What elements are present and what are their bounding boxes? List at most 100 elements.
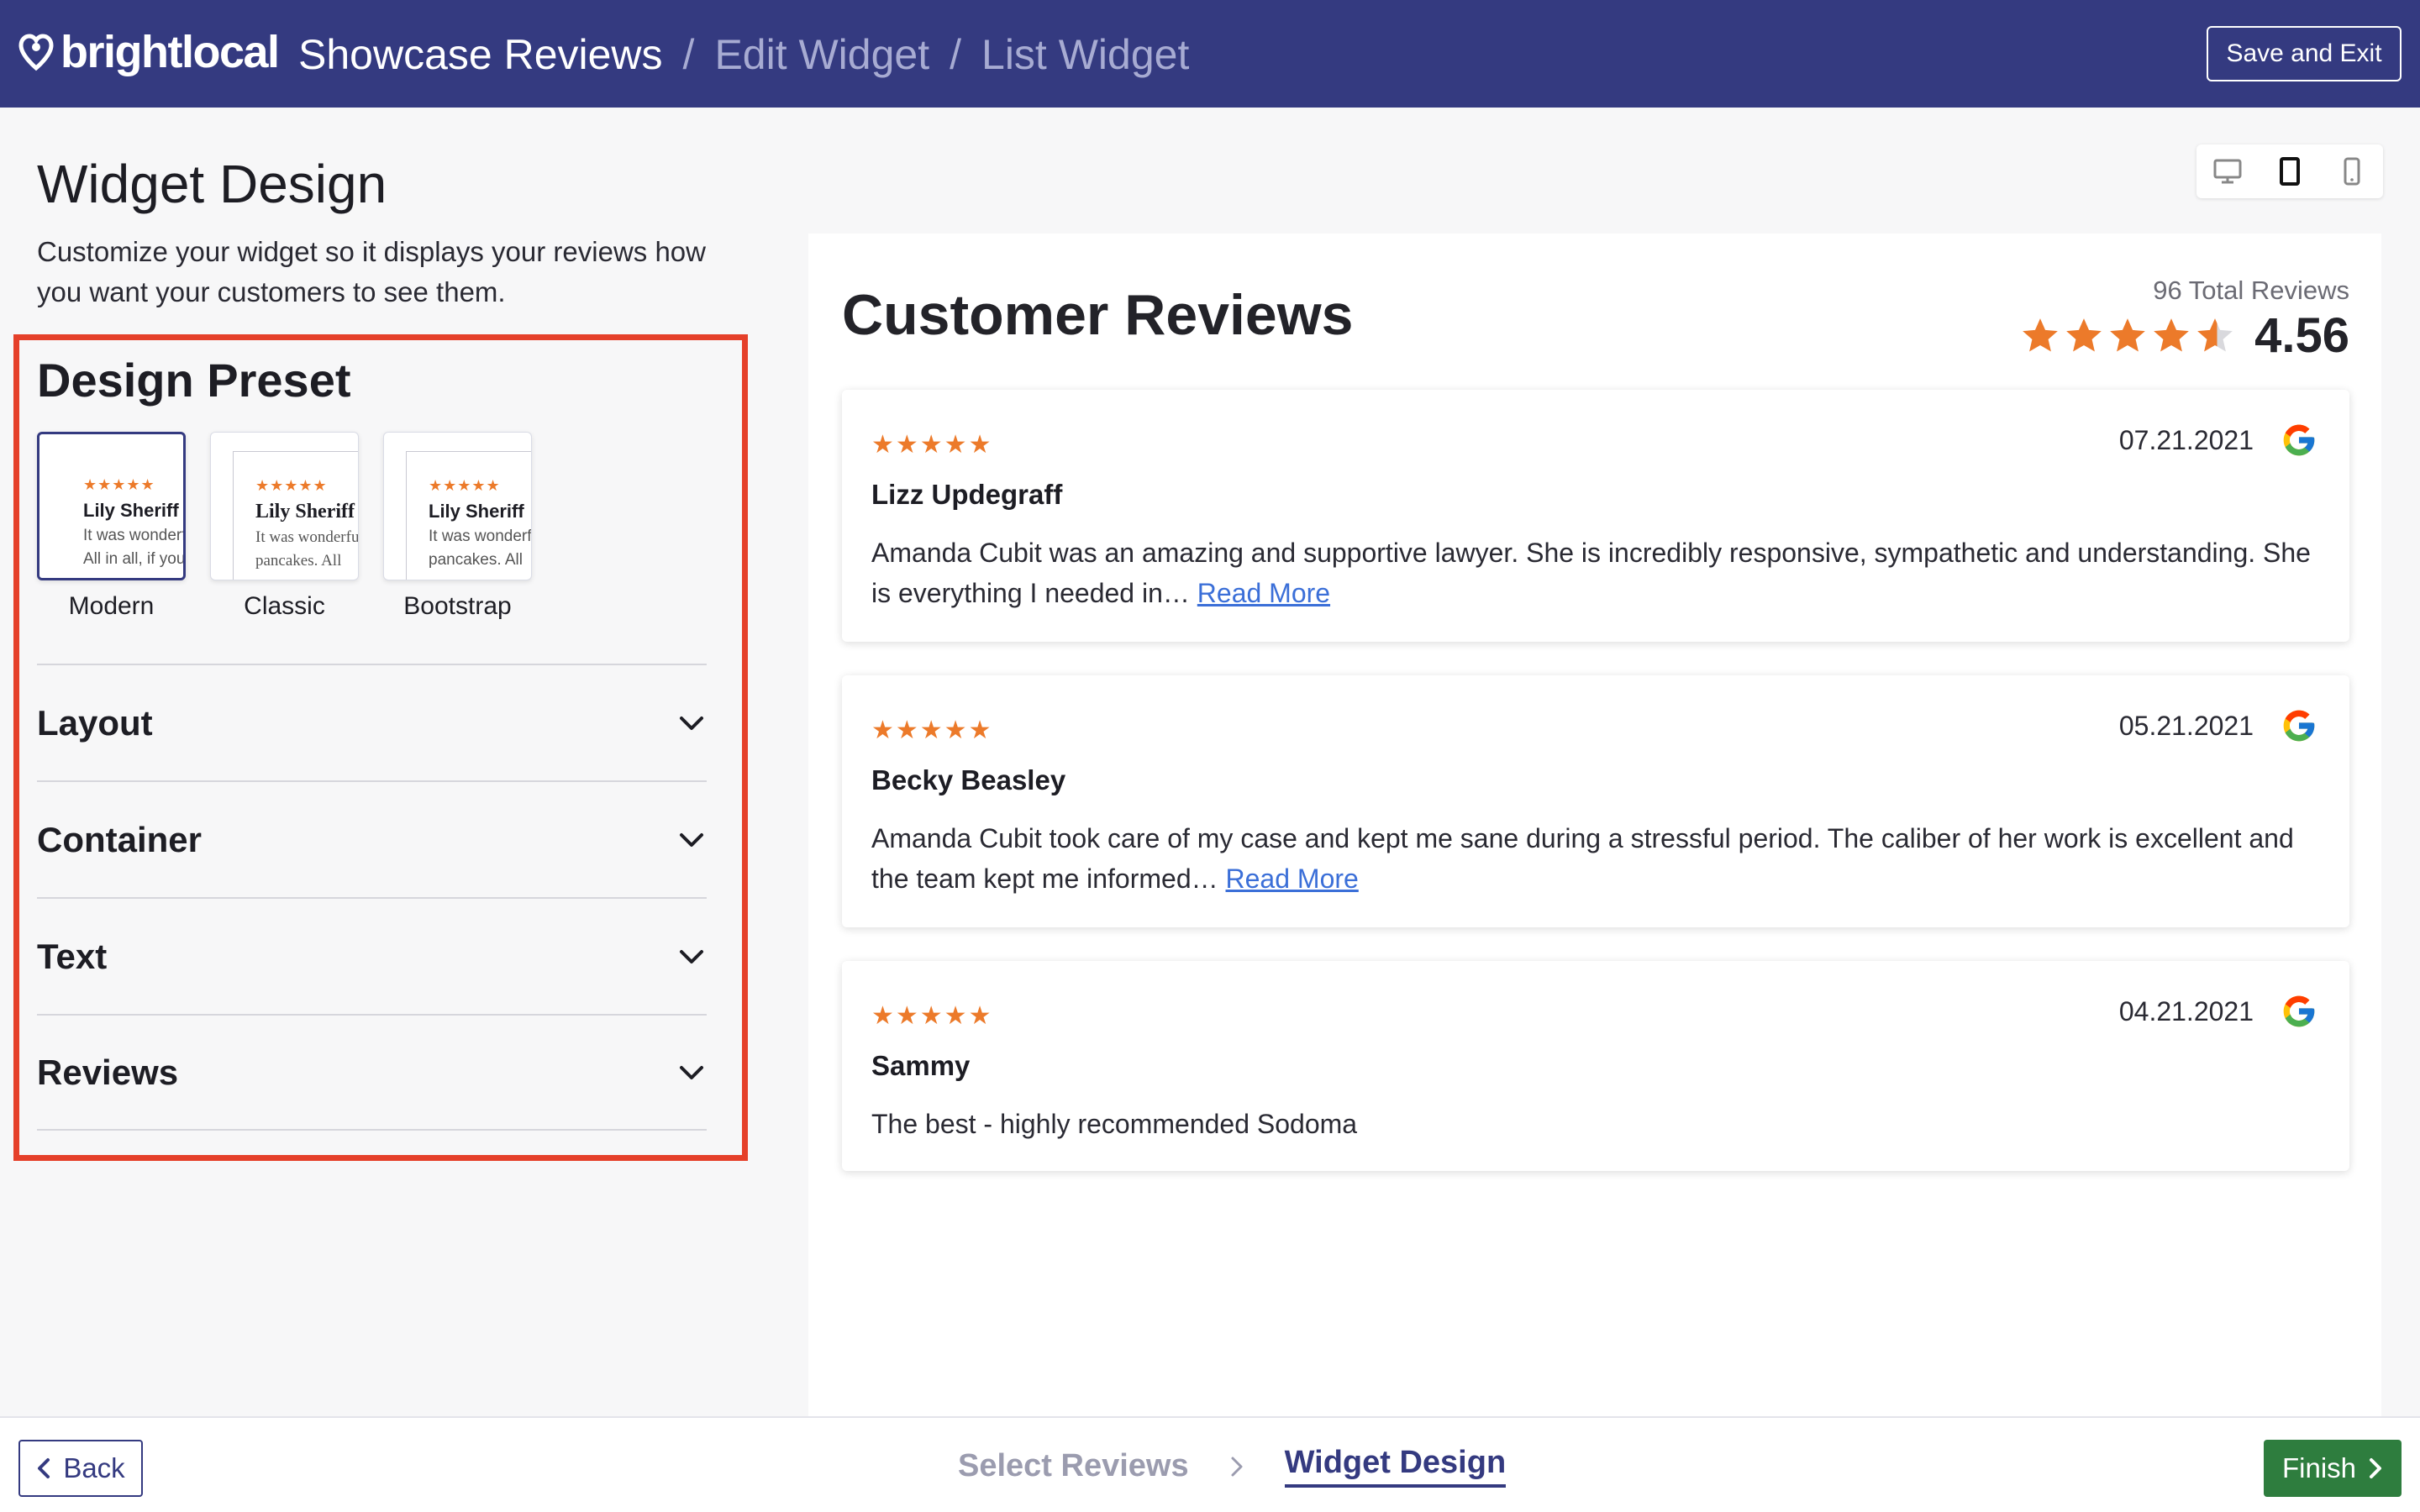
review-stars: ★★★★★ — [871, 717, 993, 744]
review-stars: ★★★★★ — [871, 1002, 993, 1030]
review-stars: ★★★★★ — [871, 431, 993, 459]
review-body: The best - highly recommended Sodoma — [871, 1109, 1358, 1139]
back-button[interactable]: Back — [18, 1440, 143, 1497]
top-navbar: brightlocal Showcase Reviews / Edit Widg… — [0, 0, 2420, 108]
review-card: ★★★★★ 07.21.2021 Lizz Updegraff Amanda C… — [842, 390, 2349, 642]
preset-thumbnail[interactable]: ★★★★★ Lily Sheriff It was wonderful panc… — [210, 432, 359, 580]
star-icon — [2110, 318, 2145, 352]
preset-label[interactable]: Classic — [244, 592, 325, 621]
preset-label[interactable]: Modern — [69, 592, 155, 621]
thumbnail-text: pancakes. All — [255, 552, 342, 570]
review-card: ★★★★★ 04.21.2021 Sammy The best - highly… — [842, 961, 2349, 1171]
save-and-exit-button[interactable]: Save and Exit — [2207, 26, 2402, 81]
star-icon — [2154, 318, 2189, 352]
review-text: Amanda Cubit took care of my case and ke… — [871, 818, 2325, 899]
overall-rating-score: 4.56 — [2254, 308, 2349, 363]
preset-thumbnail[interactable]: ★★★★★ Lily Sheriff It was wonderful All … — [37, 432, 186, 580]
chevron-down-icon — [680, 1065, 703, 1079]
star-icon — [2023, 318, 2058, 352]
total-reviews-count: 96 Total Reviews — [2153, 276, 2349, 305]
review-author: Lizz Updegraff — [871, 479, 1063, 510]
accordion-label: Text — [37, 936, 108, 976]
mobile-icon — [2344, 157, 2360, 186]
review-card: ★★★★★ 05.21.2021 Becky Beasley Amanda Cu… — [842, 675, 2349, 927]
thumbnail-name: Lily Sheriff — [255, 501, 355, 522]
thumbnail-text: It was wonderful — [83, 527, 183, 544]
tablet-icon — [2280, 157, 2300, 186]
device-preview-toggle — [2196, 144, 2383, 198]
thumbnail-name: Lily Sheriff — [83, 500, 179, 521]
preset-classic[interactable]: ★★★★★ Lily Sheriff It was wonderful panc… — [210, 432, 359, 621]
chevron-right-icon — [1231, 1457, 1243, 1476]
review-date: 04.21.2021 — [2118, 996, 2254, 1026]
google-icon — [2283, 710, 2315, 742]
review-author: Sammy — [871, 1050, 971, 1081]
design-preset-list: ★★★★★ Lily Sheriff It was wonderful All … — [37, 432, 532, 621]
chevron-down-icon — [680, 716, 703, 730]
breadcrumb-separator: / — [682, 31, 695, 78]
thumbnail-stars: ★★★★★ — [83, 476, 155, 493]
accordion-layout[interactable]: Layout — [37, 664, 707, 780]
accordion-container[interactable]: Container — [37, 780, 707, 897]
thumbnail-stars: ★★★★★ — [255, 477, 328, 494]
accordion-reviews[interactable]: Reviews — [37, 1014, 707, 1131]
thumbnail-stars: ★★★★★ — [429, 477, 501, 494]
wizard-footer: Back Select Reviews Widget Design Finish — [0, 1416, 2420, 1512]
accordion-label: Container — [37, 819, 203, 859]
google-icon — [2283, 995, 2315, 1027]
finish-label: Finish — [2281, 1452, 2357, 1483]
breadcrumb-separator: / — [950, 31, 962, 78]
desktop-view-button[interactable] — [2211, 155, 2244, 188]
heart-pin-icon — [18, 34, 54, 71]
star-icon — [2066, 318, 2102, 352]
review-text: Amanda Cubit was an amazing and supporti… — [871, 533, 2325, 613]
page-description: Customize your widget so it displays you… — [37, 236, 706, 307]
review-text: The best - highly recommended Sodoma — [871, 1104, 2325, 1144]
widget-preview: Customer Reviews 96 Total Reviews 4.56 ★… — [808, 234, 2381, 1418]
half-star-icon — [2197, 318, 2233, 352]
desktop-icon — [2213, 159, 2242, 184]
chevron-down-icon — [680, 949, 703, 963]
review-author: Becky Beasley — [871, 764, 1066, 795]
review-date: 07.21.2021 — [2118, 425, 2254, 455]
review-date: 05.21.2021 — [2118, 711, 2254, 741]
step-select-reviews[interactable]: Select Reviews — [958, 1448, 1189, 1484]
breadcrumb-edit-widget[interactable]: Edit Widget — [714, 30, 929, 79]
overall-rating-stars — [2019, 315, 2236, 357]
accordion-text[interactable]: Text — [37, 897, 707, 1014]
thumbnail-text: It was wonderful — [255, 528, 358, 546]
thumbnail-text: All in all, if you — [83, 550, 183, 568]
finish-button[interactable]: Finish — [2264, 1440, 2402, 1497]
page-title: Widget Design — [37, 154, 387, 214]
google-icon — [2283, 424, 2315, 456]
tablet-view-button[interactable] — [2273, 155, 2307, 188]
read-more-link[interactable]: Read More — [1197, 578, 1330, 608]
overall-rating: 4.56 — [2019, 307, 2349, 364]
settings-accordion: Layout Container Text Reviews — [37, 664, 707, 1131]
chevron-left-icon — [38, 1458, 50, 1478]
breadcrumb-list-widget: List Widget — [981, 31, 1190, 78]
brand-name: brightlocal — [60, 27, 280, 77]
preset-bootstrap[interactable]: ★★★★★ Lily Sheriff It was wonderful panc… — [383, 432, 532, 621]
preset-thumbnail[interactable]: ★★★★★ Lily Sheriff It was wonderful panc… — [383, 432, 532, 580]
breadcrumb-showcase-reviews[interactable]: Showcase Reviews — [298, 30, 663, 79]
chevron-right-icon — [2370, 1458, 2382, 1478]
review-body: Amanda Cubit was an amazing and supporti… — [871, 538, 2311, 608]
chevron-down-icon — [680, 832, 703, 847]
preset-modern[interactable]: ★★★★★ Lily Sheriff It was wonderful All … — [37, 432, 186, 621]
breadcrumb: Showcase Reviews / Edit Widget / List Wi… — [298, 30, 1189, 79]
back-label: Back — [63, 1452, 125, 1483]
reviews-widget-title: Customer Reviews — [842, 283, 1354, 347]
thumbnail-text: pancakes. All — [429, 551, 523, 569]
wizard-steps: Select Reviews Widget Design — [958, 1445, 1507, 1488]
thumbnail-text: It was wonderful — [429, 528, 531, 545]
design-preset-heading: Design Preset — [37, 354, 351, 407]
brightlocal-logo[interactable]: brightlocal — [18, 25, 280, 79]
mobile-view-button[interactable] — [2335, 155, 2369, 188]
accordion-label: Reviews — [37, 1052, 179, 1092]
thumbnail-name: Lily Sheriff — [429, 501, 524, 522]
preset-label[interactable]: Bootstrap — [403, 592, 511, 621]
accordion-label: Layout — [37, 702, 153, 743]
step-widget-design[interactable]: Widget Design — [1284, 1445, 1507, 1488]
read-more-link[interactable]: Read More — [1226, 864, 1359, 894]
